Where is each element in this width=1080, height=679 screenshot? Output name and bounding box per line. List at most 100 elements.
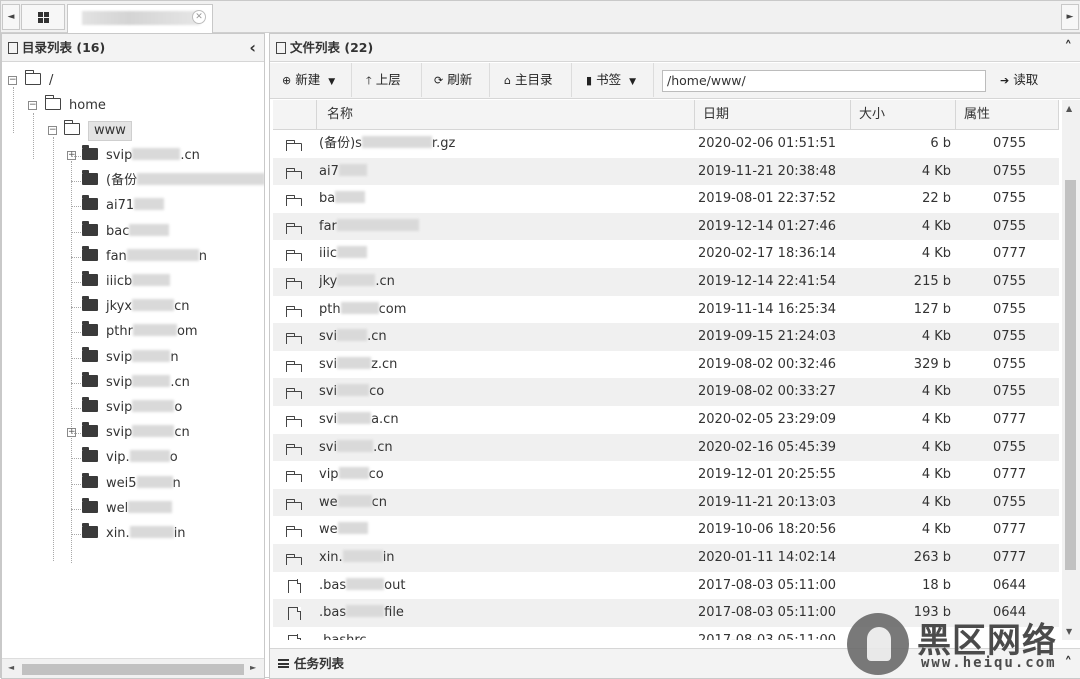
cell-name[interactable]: iiic [319, 240, 689, 267]
tab-active[interactable]: ✕ [67, 4, 213, 33]
cell-name[interactable]: we [319, 516, 689, 543]
cell-name[interactable]: svi .cn [319, 434, 689, 461]
scrollbar-thumb[interactable] [22, 664, 244, 675]
collapse-icon[interactable]: − [28, 101, 37, 110]
tree-node-folder[interactable]: wei5 n [71, 472, 181, 496]
table-row[interactable]: .bas out 2017-08-03 05:11:00 18 b 0644 [273, 572, 1059, 600]
tree-node-folder[interactable]: bac [71, 220, 170, 244]
tree-node-folder[interactable]: svip n [71, 346, 179, 370]
cell-name[interactable]: we cn [319, 489, 689, 516]
bookmark-button[interactable]: ▮ 书签 ▼ [580, 63, 654, 97]
up-button[interactable]: 🡑 上层 [360, 63, 422, 97]
scrollbar-thumb[interactable] [1065, 180, 1076, 570]
folder-icon [82, 195, 98, 211]
cell-name[interactable]: far [319, 213, 689, 240]
path-input[interactable]: /home/www/ [662, 70, 986, 92]
table-row[interactable]: jky .cn 2019-12-14 22:41:54 215 b 0755 [273, 268, 1059, 296]
header-name[interactable]: 名称 [317, 100, 695, 130]
table-row[interactable]: ba 2019-08-01 22:37:52 22 b 0755 [273, 185, 1059, 213]
cell-name[interactable]: jky .cn [319, 268, 689, 295]
header-size[interactable]: 大小 [851, 100, 956, 130]
cell-name[interactable]: .bas out [319, 572, 689, 599]
refresh-button[interactable]: ⟳ 刷新 [428, 63, 490, 97]
tree-node-folder[interactable]: ai71 [71, 194, 165, 218]
tree-node-folder[interactable]: pthr om [71, 320, 198, 344]
folder-icon [286, 443, 302, 455]
file-table-header: 名称 日期 大小 属性 [273, 100, 1059, 130]
table-row[interactable]: iiic 2020-02-17 18:36:14 4 Kb 0777 [273, 240, 1059, 268]
file-vertical-scrollbar[interactable]: ▲ ▼ [1062, 100, 1080, 640]
collapse-left-icon[interactable]: ‹ [249, 34, 256, 61]
tree-node-folder[interactable]: iiicb [71, 270, 171, 294]
table-row[interactable]: far 2019-12-14 01:27:46 4 Kb 0755 [273, 212, 1059, 241]
table-row[interactable]: svi z.cn 2019-08-02 00:32:46 329 b 0755 [273, 351, 1059, 379]
folder-icon [286, 526, 302, 538]
table-row[interactable]: (备份)s r.gz 2020-02-06 01:51:51 6 b 0755 [273, 130, 1059, 158]
table-row[interactable]: svi co 2019-08-02 00:33:27 4 Kb 0755 [273, 378, 1059, 406]
tree-node-www[interactable]: − www [48, 119, 132, 143]
tree-node-root[interactable]: − / [8, 69, 53, 93]
cell-name[interactable]: svi .cn [319, 323, 689, 350]
cell-name[interactable]: svi z.cn [319, 351, 689, 378]
table-row[interactable]: svi a.cn 2020-02-05 23:29:09 4 Kb 0777 [273, 406, 1059, 434]
redacted-text [346, 577, 385, 590]
cell-name[interactable]: ai7 [319, 158, 689, 185]
folder-icon [82, 422, 98, 438]
cell-name[interactable]: ba [319, 185, 689, 212]
collapse-icon[interactable]: − [8, 76, 17, 85]
cell-name[interactable]: .bas file [319, 599, 689, 626]
redacted-text [336, 218, 419, 231]
collapse-up-icon[interactable]: ˄ [1065, 34, 1073, 61]
tree-node-folder[interactable]: svip o [71, 396, 182, 420]
tree-node-folder[interactable]: + svip cn [67, 421, 190, 445]
file-name-end: .cn [373, 439, 393, 455]
home-dir-button[interactable]: ⌂ 主目录 [498, 63, 572, 97]
collapse-icon[interactable]: − [48, 126, 57, 135]
tree-node-home[interactable]: − home [28, 94, 106, 118]
tab-close-icon[interactable]: ✕ [192, 10, 206, 24]
cell-name[interactable]: (备份)s r.gz [319, 130, 689, 157]
new-button[interactable]: ⊕ 新建 ▼ [276, 63, 352, 97]
file-name-start: (备份)s [319, 136, 362, 151]
cell-attr: 0777 [993, 467, 1027, 483]
table-row[interactable]: xin. in 2020-01-11 14:02:14 263 b 0777 [273, 544, 1059, 572]
table-row[interactable]: pth com 2019-11-14 16:25:34 127 b 0755 [273, 296, 1059, 324]
scroll-up-icon[interactable]: ▲ [1066, 104, 1072, 113]
cell-size: 127 b [913, 301, 951, 317]
cell-date: 2019-12-14 01:27:46 [698, 218, 837, 234]
tab-scroll-left-button[interactable]: ◄ [2, 4, 20, 30]
table-row[interactable]: svi .cn 2019-09-15 21:24:03 4 Kb 0755 [273, 323, 1059, 351]
scroll-left-icon[interactable]: ◄ [8, 663, 14, 672]
tree-node-folder[interactable]: (备份 [71, 169, 264, 193]
table-row[interactable]: vip co 2019-12-01 20:25:55 4 Kb 0777 [273, 461, 1059, 489]
cell-attr: 0755 [993, 439, 1027, 455]
table-row[interactable]: we cn 2019-11-21 20:13:03 4 Kb 0755 [273, 488, 1059, 517]
cell-name[interactable]: pth com [319, 296, 689, 323]
tree-node-folder[interactable]: svip .cn [71, 371, 190, 395]
tree-node-folder[interactable]: jkyx cn [71, 295, 189, 319]
tree-node-folder[interactable]: fan n [71, 245, 207, 269]
file-icon [288, 606, 301, 621]
tree-node-folder[interactable]: + svip .cn [67, 144, 200, 168]
tab-scroll-right-button[interactable]: ► [1061, 4, 1079, 30]
header-date[interactable]: 日期 [695, 100, 851, 130]
header-attr[interactable]: 属性 [956, 100, 1059, 130]
tree-node-folder[interactable]: wel [71, 497, 173, 521]
cell-name[interactable]: xin. in [319, 544, 689, 571]
tab-home[interactable] [21, 4, 65, 30]
tree-horizontal-scrollbar[interactable]: ◄ ► [2, 658, 264, 678]
scroll-right-icon[interactable]: ► [250, 663, 256, 672]
cell-name[interactable]: svi co [319, 378, 689, 405]
tree-node-folder[interactable]: vip. o [71, 446, 178, 470]
tree-node-folder[interactable]: xin. in [71, 522, 186, 546]
cell-date: 2019-08-02 00:33:27 [698, 384, 837, 400]
cell-name[interactable]: vip co [319, 461, 689, 488]
table-row[interactable]: ai7 2019-11-21 20:38:48 4 Kb 0755 [273, 157, 1059, 186]
cell-name[interactable]: svi a.cn [319, 406, 689, 433]
table-row[interactable]: svi .cn 2020-02-16 05:45:39 4 Kb 0755 [273, 433, 1059, 462]
cell-name[interactable]: .bashrc [319, 627, 689, 640]
cell-attr: 0755 [993, 191, 1027, 207]
read-button[interactable]: ➔ 读取 [994, 63, 1044, 97]
table-row[interactable]: we 2019-10-06 18:20:56 4 Kb 0777 [273, 516, 1059, 544]
file-name-start: we [319, 494, 338, 510]
